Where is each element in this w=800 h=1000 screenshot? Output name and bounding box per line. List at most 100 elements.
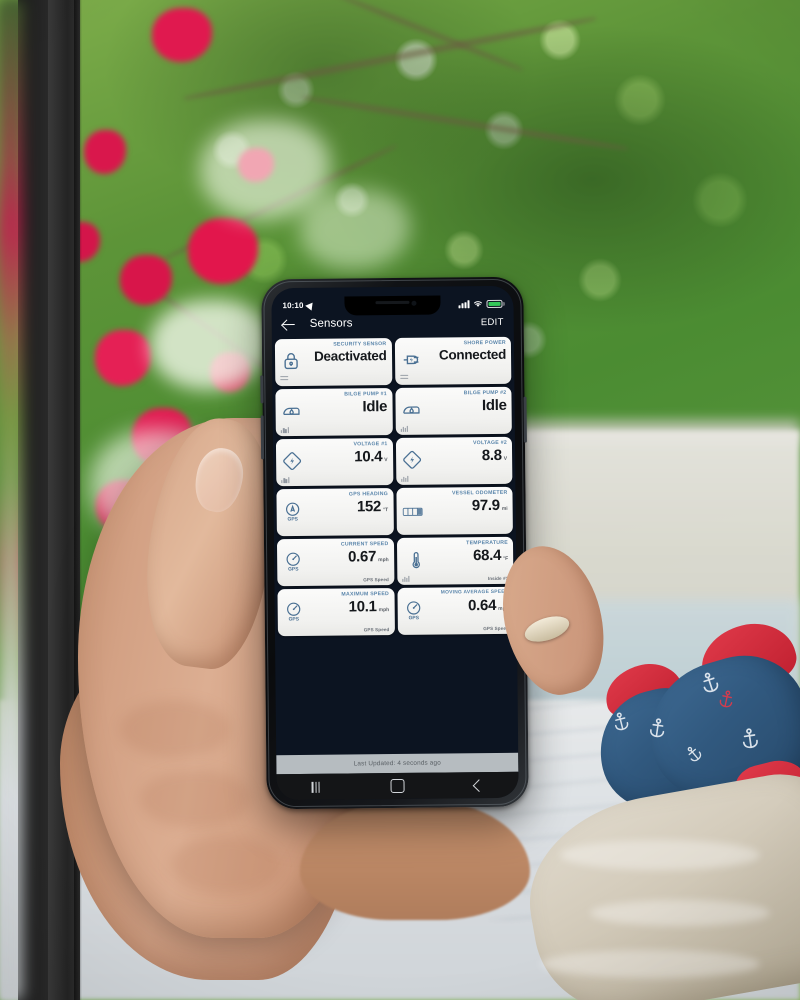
earpiece-speaker xyxy=(375,300,410,305)
sensor-card-shore-power[interactable]: SHORE POWER Connected xyxy=(394,336,512,385)
card-value: Deactivated xyxy=(313,348,387,364)
sensor-card-vessel-odometer[interactable]: VESSEL ODOMETER 97.9 mi xyxy=(395,486,513,535)
sensor-card-voltage-2[interactable]: VOLTAGE #2 8.8 V xyxy=(395,436,513,485)
card-value-row: 152 °T xyxy=(356,498,389,516)
card-label: MAXIMUM SPEED xyxy=(341,591,390,598)
card-label: VOLTAGE #2 xyxy=(472,439,507,447)
smartphone: 10:10 Sensors EDIT SECURITY SENSOR Deact… xyxy=(260,276,529,810)
card-label: BILGE PUMP #2 xyxy=(463,389,507,397)
svg-text:GPS: GPS xyxy=(408,615,419,621)
home-icon[interactable] xyxy=(390,778,405,794)
card-value-row: 0.67 mph xyxy=(347,548,389,566)
card-value-row: Idle xyxy=(362,398,388,416)
sensor-card-bilge-pump-2[interactable]: BILGE PUMP #2 Idle xyxy=(394,386,512,435)
card-value: 8.8 xyxy=(481,446,502,465)
power-plug-icon xyxy=(399,349,421,371)
sensor-card-gps-heading[interactable]: GPS HEADING GPS 152 °T xyxy=(276,488,394,537)
card-value-row: 10.4 V xyxy=(354,448,388,466)
card-label: TEMPERATURE xyxy=(466,539,509,547)
chart-icon[interactable] xyxy=(280,426,290,434)
svg-text:GPS: GPS xyxy=(288,566,299,572)
bilge-pump-icon xyxy=(400,399,422,421)
chart-icon[interactable] xyxy=(401,575,411,582)
drag-handle-icon[interactable] xyxy=(280,376,289,382)
voltage-bolt-icon xyxy=(401,449,423,471)
page-title: Sensors xyxy=(309,317,353,330)
card-value: 0.67 xyxy=(347,548,377,566)
card-label: VOLTAGE #1 xyxy=(353,441,388,448)
card-value-row: 10.1 mph xyxy=(348,598,390,616)
sensor-card-temperature[interactable]: TEMPERATURE 68.4 °F Inside #1 xyxy=(396,536,514,585)
location-arrow-icon xyxy=(305,300,316,311)
gps-speedometer-icon: GPS xyxy=(402,599,424,621)
anchor-motif-icon xyxy=(739,727,762,752)
back-chevron-icon[interactable] xyxy=(472,778,486,792)
phone-screen: 10:10 Sensors EDIT SECURITY SENSOR Deact… xyxy=(271,285,519,801)
pants-fold xyxy=(590,900,770,926)
volume-down-button[interactable] xyxy=(260,415,265,460)
sensor-card-bilge-pump-1[interactable]: BILGE PUMP #1 Idle xyxy=(275,388,393,437)
sensor-card-maximum-speed[interactable]: MAXIMUM SPEED GPS 10.1 mph GPS Speed xyxy=(277,588,395,637)
card-unit: °T xyxy=(383,507,389,514)
sensor-card-moving-average-speed[interactable]: MOVING AVERAGE SPEED GPS 0.64 mph GPS xyxy=(396,586,514,635)
card-value: 152 xyxy=(356,498,382,516)
last-updated-bar: Last Updated: 4 seconds ago xyxy=(276,752,519,775)
cellular-bars-icon xyxy=(458,300,470,308)
status-bar-left: 10:10 xyxy=(282,300,316,311)
card-label: SHORE POWER xyxy=(463,339,506,347)
card-subtitle: GPS Speed xyxy=(363,577,389,583)
odometer-icon xyxy=(401,501,423,523)
status-bar-right xyxy=(458,299,505,308)
drag-handle-icon[interactable] xyxy=(399,374,408,381)
thermometer-icon xyxy=(405,549,427,571)
chart-icon[interactable] xyxy=(400,475,410,482)
volume-up-button[interactable] xyxy=(260,375,264,404)
card-label: SECURITY SENSOR xyxy=(333,341,387,348)
card-unit: V xyxy=(384,457,388,464)
card-subtitle: GPS Speed xyxy=(363,627,390,633)
photo-scene: 10:10 Sensors EDIT SECURITY SENSOR Deact… xyxy=(0,0,800,1000)
card-value: Idle xyxy=(362,398,388,416)
card-label: VESSEL ODOMETER xyxy=(451,489,508,497)
card-value: 10.1 xyxy=(348,598,377,616)
card-value: 68.4 xyxy=(472,546,502,565)
window-left-glass xyxy=(0,0,22,1000)
card-value-row: 8.8 V xyxy=(481,446,507,465)
gps-speedometer-icon: GPS xyxy=(283,600,305,622)
card-unit: °F xyxy=(503,555,509,562)
card-label: GPS HEADING xyxy=(348,491,389,498)
card-value-row: Idle xyxy=(482,397,507,414)
gps-compass-icon: GPS xyxy=(282,500,304,522)
knuckle xyxy=(120,700,230,758)
edit-button[interactable]: EDIT xyxy=(481,316,504,327)
card-unit: mi xyxy=(501,505,508,512)
svg-text:GPS: GPS xyxy=(287,516,298,522)
sensor-card-security-sensor[interactable]: SECURITY SENSOR Deactivated xyxy=(274,338,392,387)
android-nav-bar xyxy=(276,771,519,801)
card-unit: mph xyxy=(378,557,389,564)
sensor-card-voltage-1[interactable]: VOLTAGE #1 10.4 V xyxy=(275,438,393,487)
svg-text:GPS: GPS xyxy=(289,616,300,622)
card-unit: mph xyxy=(378,607,390,614)
card-label: CURRENT SPEED xyxy=(340,541,389,548)
card-value-row: 68.4 °F xyxy=(472,546,509,565)
power-button[interactable] xyxy=(523,396,527,443)
knuckle xyxy=(170,836,280,894)
card-value: 10.4 xyxy=(354,448,383,466)
battery-full-icon xyxy=(485,299,505,308)
bilge-pump-icon xyxy=(280,400,302,422)
card-value-row: Deactivated xyxy=(313,348,387,364)
gps-speedometer-icon: GPS xyxy=(282,550,304,572)
recents-icon[interactable] xyxy=(311,781,320,793)
back-arrow-icon[interactable] xyxy=(282,317,296,331)
sensor-grid: SECURITY SENSOR Deactivated SHORE POWER … xyxy=(272,335,518,756)
card-value: 97.9 xyxy=(471,496,500,515)
chart-icon[interactable] xyxy=(400,425,409,432)
chart-icon[interactable] xyxy=(281,476,290,484)
card-value-row: 97.9 mi xyxy=(471,496,508,515)
status-time: 10:10 xyxy=(282,300,304,311)
padlock-icon xyxy=(280,350,302,372)
knuckle xyxy=(140,770,250,828)
anchor-motif-icon xyxy=(647,717,669,740)
sensor-card-current-speed[interactable]: CURRENT SPEED GPS 0.67 mph GPS Speed xyxy=(276,538,394,587)
